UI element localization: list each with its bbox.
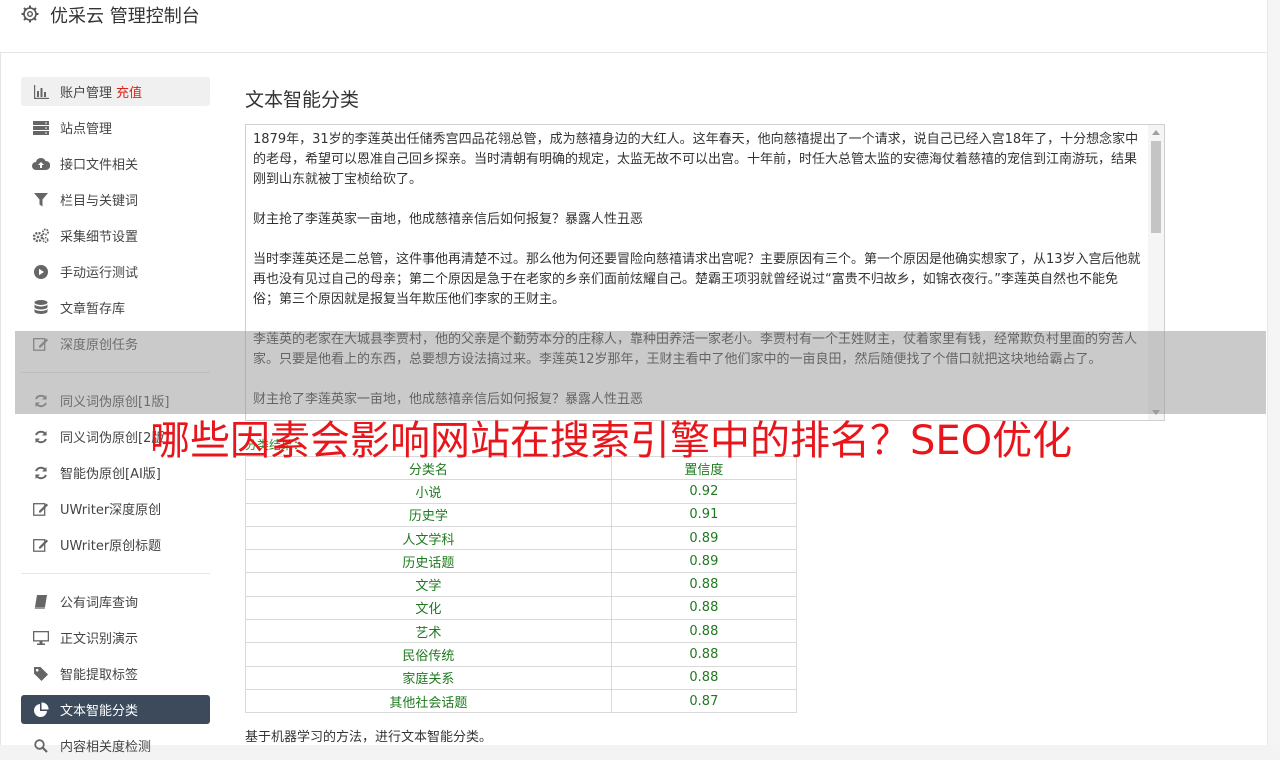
table-row: 历史话题 0.89 — [245, 549, 798, 574]
server-icon — [32, 120, 50, 136]
sidebar-item-uwriter-deep[interactable]: UWriter深度原创 — [21, 494, 210, 523]
category-cell: 历史学 — [245, 502, 612, 527]
confidence-cell: 0.88 — [610, 642, 798, 667]
sidebar-item-relevance-check[interactable]: 内容相关度检测 — [21, 731, 210, 760]
text-paragraph: 当时李莲英还是二总管，这件事他再清楚不过。那么他为何还要冒险向慈禧请求出宫呢？主… — [253, 252, 1141, 307]
sidebar-item-sites[interactable]: 站点管理 — [21, 113, 210, 142]
confidence-cell: 0.88 — [610, 619, 798, 644]
text-paragraph: 财主抢了李莲英家一亩地，他成慈禧亲信后如何报复？暴露人性丑恶 — [253, 212, 644, 227]
table-row: 人文学科 0.89 — [245, 525, 798, 551]
sidebar-item-public-lexicon[interactable]: 公有词库查询 — [21, 587, 210, 616]
app-header: 优采云 管理控制台 — [0, 0, 1268, 53]
search-icon — [32, 738, 50, 754]
refresh-icon — [32, 429, 50, 445]
sidebar-item-label: 智能伪原创[AI版] — [60, 467, 161, 482]
confidence-cell: 0.91 — [610, 502, 798, 527]
refresh-icon — [32, 465, 50, 481]
edit-icon — [32, 537, 50, 553]
page-title: 文本智能分类 — [245, 89, 360, 111]
app-title: 优采云 管理控制台 — [50, 6, 200, 27]
confidence-cell: 0.88 — [610, 572, 798, 597]
sidebar-item-label: 内容相关度检测 — [60, 740, 152, 755]
scroll-up-arrow-icon[interactable] — [1152, 130, 1160, 135]
sidebar-divider — [21, 573, 210, 574]
recharge-link[interactable]: 充值 — [116, 82, 142, 101]
category-cell: 文化 — [245, 595, 612, 621]
confidence-cell: 0.87 — [610, 688, 798, 714]
confidence-cell: 0.88 — [610, 665, 798, 690]
text-paragraph: 1879年，31岁的李莲英出任储秀宫四品花翎总管，成为慈禧身边的大红人。这年春天… — [253, 132, 1139, 187]
method-note: 基于机器学习的方法，进行文本智能分类。 — [245, 730, 493, 745]
table-row: 民俗传统 0.88 — [245, 642, 798, 667]
overlay-band — [15, 331, 1266, 414]
confidence-cell: 0.89 — [610, 525, 798, 551]
category-cell: 民俗传统 — [245, 642, 612, 667]
sidebar-item-manual-run[interactable]: 手动运行测试 — [21, 257, 210, 286]
sidebar-item-collect-settings[interactable]: 采集细节设置 — [21, 221, 210, 250]
page-scrollbar[interactable] — [1267, 0, 1280, 745]
sidebar-item-label: 接口文件相关 — [60, 158, 139, 173]
sidebar-item-label: 手动运行测试 — [60, 266, 139, 281]
pie-chart-icon — [32, 701, 50, 718]
table-row: 家庭关系 0.88 — [245, 665, 798, 690]
gear-icon — [21, 5, 39, 23]
play-icon — [32, 264, 50, 280]
sidebar-item-label: 公有词库查询 — [60, 596, 139, 611]
sidebar-item-label: UWriter原创标题 — [60, 539, 162, 554]
sidebar-item-text-classify[interactable]: 文本智能分类 — [21, 695, 210, 724]
category-cell: 艺术 — [245, 619, 612, 644]
table-row: 其他社会话题 0.87 — [245, 688, 798, 714]
tag-icon — [32, 666, 50, 682]
sidebar-item-article-storage[interactable]: 文章暂存库 — [21, 293, 210, 322]
sidebar-item-extract-tags[interactable]: 智能提取标签 — [21, 659, 210, 688]
sidebar-item-body-recognition[interactable]: 正文识别演示 — [21, 623, 210, 652]
category-cell: 历史话题 — [245, 549, 612, 574]
sidebar-item-columns-keywords[interactable]: 栏目与关键词 — [21, 185, 210, 214]
table-row: 艺术 0.88 — [245, 619, 798, 644]
category-cell: 人文学科 — [245, 525, 612, 551]
category-cell: 其他社会话题 — [245, 688, 612, 714]
sidebar-item-label: 文章暂存库 — [60, 302, 126, 317]
table-row: 文学 0.88 — [245, 572, 798, 597]
confidence-cell: 0.89 — [610, 549, 798, 574]
sidebar-item-label: 智能提取标签 — [60, 668, 139, 683]
table-row: 小说 0.92 — [245, 479, 798, 504]
filter-icon — [32, 192, 50, 208]
sidebar-item-label: 正文识别演示 — [60, 632, 139, 647]
book-icon — [32, 594, 50, 610]
category-cell: 家庭关系 — [245, 665, 612, 690]
table-row: 文化 0.88 — [245, 595, 798, 621]
confidence-cell: 0.92 — [610, 479, 798, 504]
category-cell: 小说 — [245, 479, 612, 504]
sidebar-item-label: 采集细节设置 — [60, 230, 139, 245]
confidence-cell: 0.88 — [610, 595, 798, 621]
sidebar-item-label: 账户管理 — [60, 86, 113, 101]
sidebar-item-interface-files[interactable]: 接口文件相关 — [21, 149, 210, 178]
category-cell: 文学 — [245, 572, 612, 597]
table-row: 历史学 0.91 — [245, 502, 798, 527]
watermark-overlay-text: 哪些因素会影响网站在搜索引擎中的排名？SEO优化 — [150, 418, 1073, 464]
edit-icon — [32, 501, 50, 517]
cloud-upload-icon — [32, 156, 50, 172]
database-icon — [32, 299, 50, 316]
monitor-icon — [32, 630, 50, 646]
classification-table: 分类名 置信度 小说 0.92 历史学 0.91 人文学科 0.89 历史话题 0.89… — [245, 455, 798, 714]
scroll-thumb[interactable] — [1151, 141, 1161, 233]
sidebar-item-label: UWriter深度原创 — [60, 503, 162, 518]
bar-chart-icon — [32, 84, 50, 100]
sidebar-item-uwriter-title[interactable]: UWriter原创标题 — [21, 530, 210, 559]
sidebar-item-label: 站点管理 — [60, 122, 113, 137]
sidebar-item-label: 文本智能分类 — [60, 704, 139, 719]
sidebar-item-account[interactable]: 账户管理 充值 — [21, 77, 210, 106]
sidebar-item-label: 栏目与关键词 — [60, 194, 139, 209]
gears-icon — [32, 228, 50, 244]
